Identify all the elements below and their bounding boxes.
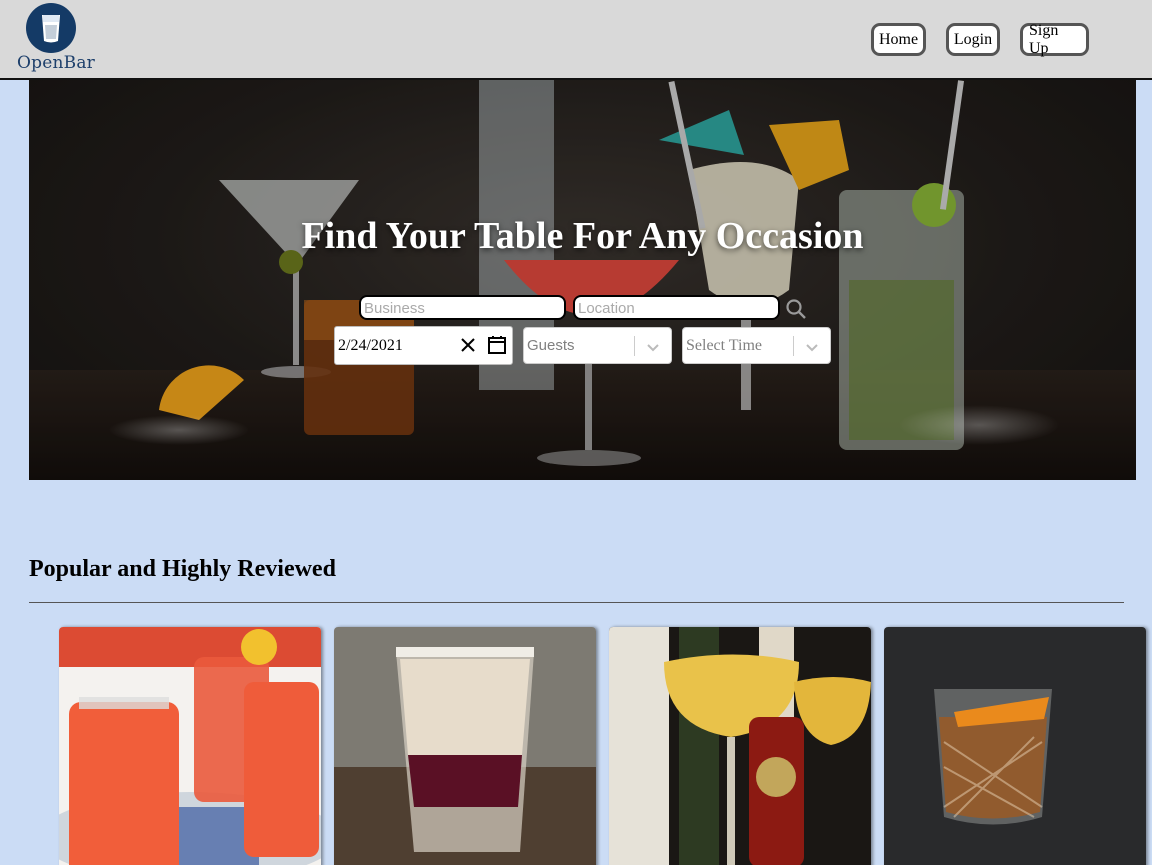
calendar-icon[interactable] — [487, 335, 507, 355]
business-search-input[interactable]: Business — [359, 295, 566, 320]
clear-date-icon[interactable] — [459, 336, 477, 354]
hero-banner: Find Your Table For Any Occasion Busines… — [29, 80, 1136, 480]
card-image-red-punch — [59, 627, 321, 865]
top-navbar: OpenBar Home Login Sign Up — [0, 0, 1152, 80]
bar-card[interactable] — [334, 627, 596, 865]
date-value: 2/24/2021 — [338, 336, 403, 354]
select-separator — [634, 336, 635, 356]
hero-title: Find Your Table For Any Occasion — [301, 215, 864, 257]
location-search-input[interactable]: Location — [573, 295, 780, 320]
cocktails-background-image — [29, 80, 1136, 480]
popular-section-title: Popular and Highly Reviewed — [29, 556, 336, 582]
guests-select[interactable]: Guests — [523, 327, 672, 364]
time-select[interactable]: Select Time — [682, 327, 831, 364]
beer-glass-icon — [26, 3, 76, 53]
chevron-down-icon[interactable] — [645, 339, 661, 355]
card-image-old-fashioned — [884, 627, 1146, 865]
search-icon[interactable] — [784, 297, 808, 321]
time-placeholder: Select Time — [686, 336, 763, 354]
sign-up-button[interactable]: Sign Up — [1020, 22, 1089, 57]
select-separator — [793, 336, 794, 356]
login-button[interactable]: Login — [946, 23, 1000, 56]
logo-text: OpenBar — [17, 53, 95, 73]
section-divider — [29, 602, 1124, 603]
bar-card[interactable] — [884, 627, 1146, 865]
card-image-coupe-cocktails — [609, 627, 871, 865]
chevron-down-icon[interactable] — [804, 339, 820, 355]
openbar-logo[interactable]: OpenBar — [14, 3, 95, 73]
guests-placeholder: Guests — [527, 337, 575, 354]
card-image-layered-shot — [334, 627, 596, 865]
bar-card[interactable] — [609, 627, 871, 865]
bar-card[interactable] — [59, 627, 321, 865]
date-picker[interactable]: 2/24/2021 — [334, 326, 513, 365]
home-button[interactable]: Home — [871, 23, 926, 56]
